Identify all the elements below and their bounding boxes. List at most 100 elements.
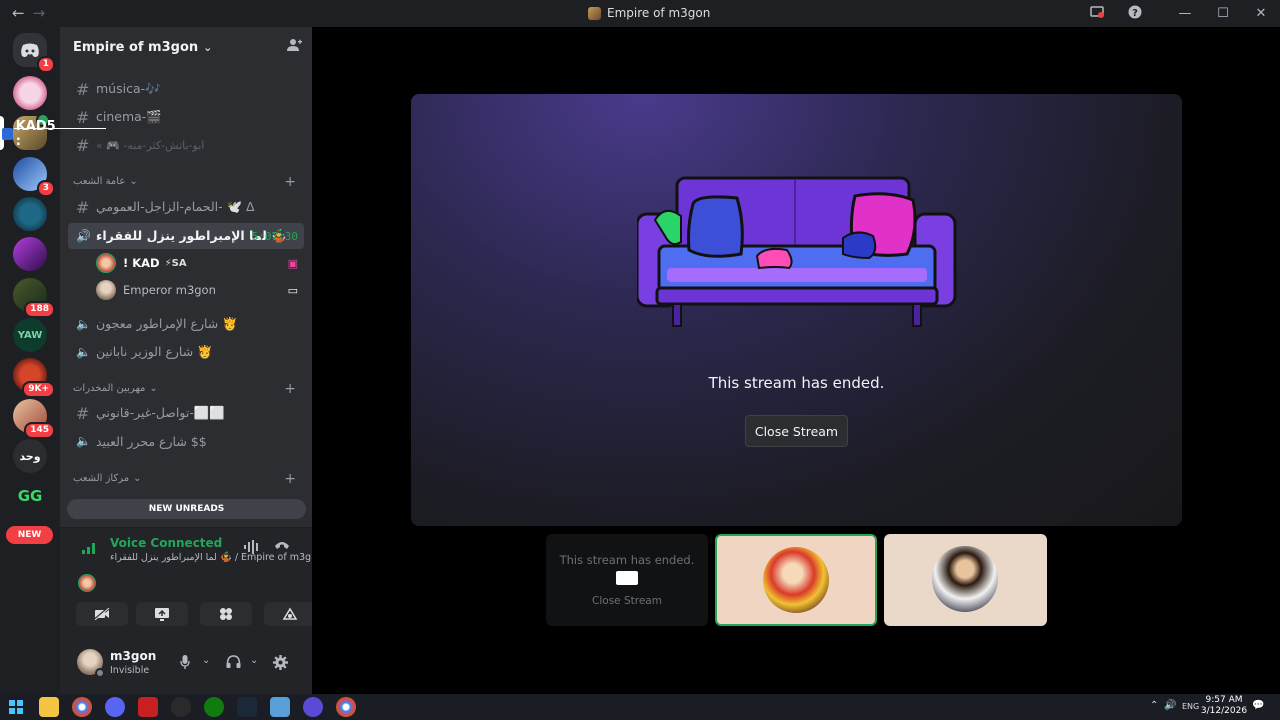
voice-channel-3[interactable]: 🔈 شارع الوزير نابانين 🫅 [68,339,304,365]
noise-suppression-icon[interactable] [244,540,260,558]
server-icon [588,6,601,20]
server-icon-9[interactable]: 145 [13,399,55,439]
window-title-text: Empire of m3gon [607,6,711,20]
window-title: Empire of m3gon [588,6,710,20]
forward-icon[interactable]: → [33,4,46,22]
home-button[interactable]: 1 [13,33,55,73]
activity-icon: ▣ [287,256,298,270]
user-status[interactable]: Invisible [110,665,149,676]
help-icon[interactable]: ? [1116,5,1154,23]
channel-musica[interactable]: # música-🎶 [68,76,304,102]
overlay-underline [14,128,106,129]
volume-icon[interactable]: 🔊 [1164,700,1176,711]
participant-avatar [932,546,998,612]
media-player-icon[interactable] [303,697,323,717]
back-icon[interactable]: ← [12,4,25,22]
server-icon-4[interactable] [13,197,47,231]
discord-logo-icon [21,43,39,57]
username[interactable]: m3gon [110,649,156,663]
close-stream-button[interactable]: Close Stream [745,415,848,447]
server-icon-wahd[interactable]: وحد [13,439,47,473]
category-1[interactable]: عامة الشعب ⌄ [73,176,138,187]
minimize-button[interactable]: — [1166,6,1204,21]
inbox-icon[interactable] [1078,5,1116,22]
channel-pigeon[interactable]: # الحمام-الزاجل-العمومي- 🕊️ ∆ [68,194,304,220]
channel-illegal[interactable]: # تواصل-غير-قانوني-⬜⬜ [68,400,304,426]
hash-icon: # [76,403,90,423]
tile-close-stream[interactable]: Close Stream [546,595,708,607]
tile-ended-text: This stream has ended. [559,553,695,567]
screen-share-icon [155,608,169,621]
microphone-icon[interactable] [180,655,190,673]
avatar [96,280,116,300]
hash-icon: # [76,107,90,127]
xbox-icon[interactable] [204,697,224,717]
server-icon-gg[interactable]: GG [13,479,47,513]
maximize-button[interactable]: ☐ [1204,6,1242,21]
obs-icon[interactable] [171,697,191,717]
signal-icon[interactable] [82,542,96,558]
tray-chevron-icon[interactable]: ⌃ [1150,700,1158,711]
voicemeeter-icon[interactable] [138,697,158,717]
gear-icon[interactable] [273,655,288,674]
participant-tile-emperor[interactable] [884,534,1047,626]
voice-participant-avatar[interactable] [78,574,96,592]
new-servers-pill[interactable]: NEW [6,526,53,544]
stream-tile-ended[interactable]: This stream has ended. Close Stream [546,534,708,626]
file-explorer-icon[interactable] [39,697,59,717]
create-channel-icon[interactable]: + [284,174,296,190]
discord-taskbar-icon[interactable] [105,697,125,717]
chevron-down-icon[interactable]: ⌄ [250,655,258,666]
activities-button[interactable] [200,602,252,626]
clock[interactable]: 9:57 AM 3/12/2026 [1200,695,1248,717]
new-unreads-bar[interactable]: NEW UNREADS [67,499,306,519]
windows-start-icon[interactable] [6,697,26,717]
chrome-icon[interactable] [72,697,92,717]
camera-off-button[interactable] [76,602,128,626]
notification-icon[interactable]: 💬 [1252,700,1264,711]
streaming-icon: ▭ [287,283,298,297]
chevron-down-icon: ⌄ [129,176,138,187]
server-icon-5[interactable] [13,237,47,271]
server-icon-6[interactable]: 188 [13,278,55,318]
chrome-icon-2[interactable] [336,697,356,717]
close-window-button[interactable]: ✕ [1242,6,1280,21]
home-badge: 1 [36,56,55,73]
camera-off-icon [94,608,110,620]
voice-status[interactable]: Voice Connected [110,536,222,550]
participant-tile-kad[interactable] [715,534,877,626]
app-icon[interactable] [270,697,290,717]
category-3[interactable]: مركاز الشعب ⌄ [73,473,141,484]
server-icon-yaw[interactable]: YAW [13,318,47,352]
speaker-icon: 🔈 [76,434,91,448]
language-indicator[interactable]: ENG [1182,702,1199,711]
invite-icon[interactable] [287,38,302,56]
overlay-label: KAD5 : [2,119,60,149]
voice-channel-4[interactable]: 🔈 شارع محرر العبيد $$ [68,428,304,454]
create-channel-icon[interactable]: + [284,471,296,487]
stream-area: This stream has ended. Close Stream This… [312,27,1280,694]
voice-channel-active[interactable]: 🔊 لما الإمبراطور ينزل للفقراء 🤹 5:07:30 [68,223,304,249]
server-icon-3[interactable]: 3 [13,157,55,197]
soundboard-button[interactable] [264,602,316,626]
server-icon-8[interactable]: 9K+ [13,358,55,398]
monitor-icon [616,571,638,585]
voice-user-kad[interactable]: ! KAD ⚡SA ▣ [96,251,304,275]
speaker-icon: 🔈 [76,317,91,331]
disconnect-icon[interactable] [274,538,290,554]
participant-avatar [763,547,829,613]
voice-channel-2[interactable]: 🔈 شارع الإمراطور معجون 🫅 [68,311,304,337]
screen-share-button[interactable] [136,602,188,626]
channel-muted[interactable]: # « 🎮 -ابو-باتش-كثر-منه [68,132,304,158]
headphones-icon[interactable] [226,655,241,672]
server-header[interactable]: Empire of m3gon ⌄ [60,27,312,67]
create-channel-icon[interactable]: + [284,381,296,397]
steam-icon[interactable] [237,697,257,717]
speaker-icon: 🔊 [76,229,91,243]
channel-cinema[interactable]: # cinema-🎬 [68,104,304,130]
server-rail: 1 KAD5 : 3 188 YAW 9K+ 145 وحد GG NEW [0,27,106,694]
server-icon-1[interactable] [13,76,47,110]
category-2[interactable]: مهربين المخدرات ⌄ [73,383,158,394]
chevron-down-icon[interactable]: ⌄ [202,655,210,666]
voice-user-emperor[interactable]: Emperor m3gon ▭ [96,278,304,302]
